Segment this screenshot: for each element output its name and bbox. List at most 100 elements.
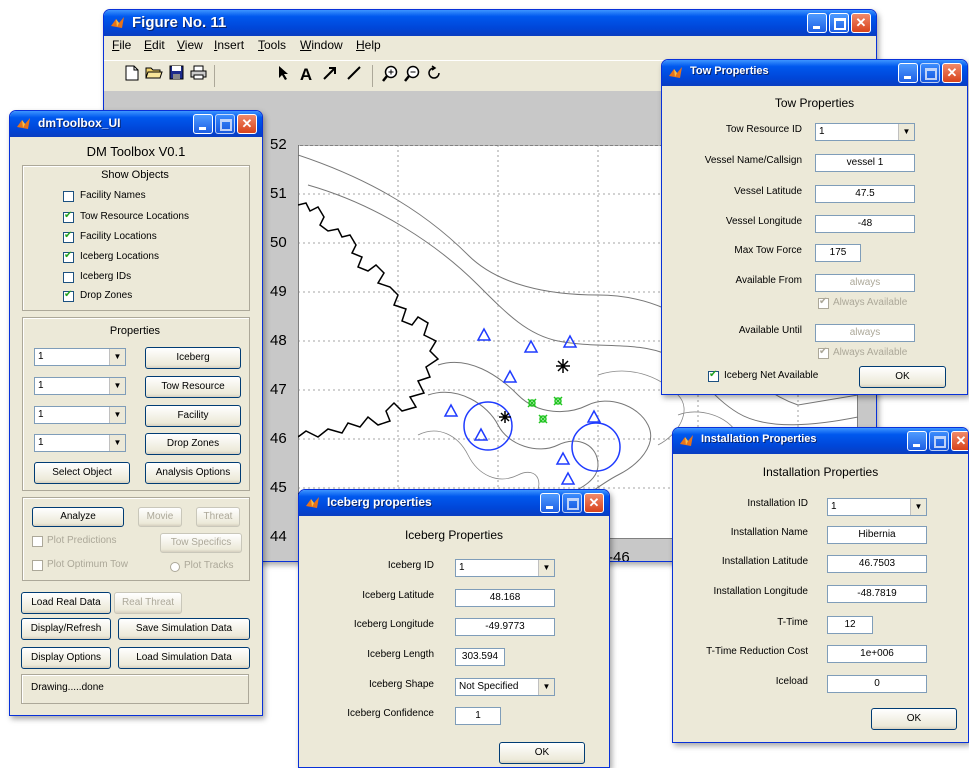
checkbox[interactable] — [63, 289, 74, 302]
installation-titlebar[interactable]: Installation Properties ✕ — [673, 428, 968, 454]
arrow-tool-icon[interactable] — [320, 65, 340, 85]
installation-name-field[interactable]: Hibernia — [827, 526, 927, 544]
facility-id-select[interactable]: 1 ▼ — [34, 406, 126, 424]
checkbox[interactable] — [32, 560, 43, 571]
menu-insert[interactable]: Insert — [214, 38, 244, 52]
iceberg-length-field[interactable]: 303.594 — [455, 648, 505, 666]
checkbox[interactable] — [63, 191, 74, 202]
close-button[interactable]: ✕ — [584, 493, 604, 513]
maximize-button[interactable] — [829, 13, 849, 33]
max-tow-force-field[interactable]: 175 — [815, 244, 861, 262]
minimize-button[interactable] — [193, 114, 213, 134]
iceberg-latitude-field[interactable]: 48.168 — [455, 589, 555, 607]
display-options-button[interactable]: Display Options — [21, 647, 111, 669]
movie-button[interactable]: Movie — [138, 507, 182, 527]
minimize-button[interactable] — [540, 493, 560, 513]
iceload-field[interactable]: 0 — [827, 675, 927, 693]
rotate-icon[interactable] — [424, 65, 444, 85]
analysis-options-button[interactable]: Analysis Options — [145, 462, 241, 484]
tow-resource-button[interactable]: Tow Resource — [145, 376, 241, 398]
print-icon[interactable] — [188, 65, 208, 85]
ok-button[interactable]: OK — [499, 742, 585, 764]
minimize-button[interactable] — [907, 431, 927, 451]
menu-window[interactable]: Window — [300, 38, 343, 52]
real-threat-button[interactable]: Real Threat — [114, 592, 182, 614]
available-until-field[interactable]: always — [815, 324, 915, 342]
installation-longitude-field[interactable]: -48.7819 — [827, 585, 927, 603]
minimize-icon — [808, 14, 826, 32]
pointer-arrow-icon[interactable] — [274, 65, 294, 85]
zoom-out-icon[interactable] — [402, 65, 422, 85]
open-folder-icon[interactable] — [144, 65, 164, 85]
save-icon[interactable] — [166, 65, 186, 85]
facility-button[interactable]: Facility — [145, 405, 241, 427]
ok-button[interactable]: OK — [871, 708, 957, 730]
installation-id-select[interactable]: 1 ▼ — [827, 498, 927, 516]
checkbox[interactable] — [63, 210, 74, 223]
iceberg-longitude-field[interactable]: -49.9773 — [455, 618, 555, 636]
close-button[interactable]: ✕ — [951, 431, 968, 451]
menu-help[interactable]: Help — [356, 38, 381, 52]
close-button[interactable]: ✕ — [237, 114, 257, 134]
minimize-icon — [541, 494, 559, 512]
radio-button[interactable] — [170, 562, 180, 572]
tow-resource-id-select[interactable]: 1 ▼ — [815, 123, 915, 141]
threat-button[interactable]: Threat — [196, 507, 240, 527]
toolbox-titlebar[interactable]: dmToolbox_UI ✕ — [10, 111, 262, 137]
iceberg-button[interactable]: Iceberg — [145, 347, 241, 369]
checkbox[interactable] — [32, 536, 43, 547]
tow-resource-id-select[interactable]: 1 ▼ — [34, 377, 126, 395]
vessel-name-label: Vessel Name/Callsign — [704, 155, 802, 166]
menu-file[interactable]: File — [112, 38, 131, 52]
iceberg-id-select[interactable]: 1 ▼ — [455, 559, 555, 577]
minimize-button[interactable] — [898, 63, 918, 83]
tow-resource-marker[interactable] — [556, 359, 570, 373]
iceberg-shape-select[interactable]: Not Specified ▼ — [455, 678, 555, 696]
iceberg-id-select[interactable]: 1 ▼ — [34, 348, 126, 366]
maximize-button[interactable] — [562, 493, 582, 513]
line-tool-icon[interactable] — [344, 65, 364, 85]
checkbox[interactable] — [818, 296, 829, 309]
zoom-in-icon[interactable] — [380, 65, 400, 85]
checkbox[interactable] — [818, 346, 829, 359]
close-button[interactable]: ✕ — [942, 63, 962, 83]
iceberg-titlebar[interactable]: Iceberg properties ✕ — [299, 490, 609, 516]
radio-label: Plot Tracks — [184, 560, 234, 571]
checkbox-label: Facility Names — [80, 190, 146, 201]
vessel-longitude-field[interactable]: -48 — [815, 215, 915, 233]
t-time-reduction-cost-field[interactable]: 1e+006 — [827, 645, 927, 663]
checkbox[interactable] — [63, 272, 74, 283]
figure-titlebar[interactable]: Figure No. 11 ✕ — [104, 10, 876, 36]
installation-latitude-field[interactable]: 46.7503 — [827, 555, 927, 573]
ok-button[interactable]: OK — [859, 366, 946, 388]
tow-specifics-button[interactable]: Tow Specifics — [160, 533, 242, 553]
load-simulation-data-button[interactable]: Load Simulation Data — [118, 647, 250, 669]
menu-view[interactable]: View — [177, 38, 203, 52]
save-simulation-data-button[interactable]: Save Simulation Data — [118, 618, 250, 640]
text-tool-icon[interactable]: A — [296, 65, 316, 85]
vessel-name-field[interactable]: vessel 1 — [815, 154, 915, 172]
available-from-field[interactable]: always — [815, 274, 915, 292]
drop-zone-id-select[interactable]: 1 ▼ — [34, 434, 126, 452]
tow-titlebar[interactable]: Tow Properties ✕ — [662, 60, 967, 86]
iceberg-confidence-field[interactable]: 1 — [455, 707, 501, 725]
minimize-button[interactable] — [807, 13, 827, 33]
drop-zones-button[interactable]: Drop Zones — [145, 433, 241, 455]
select-object-button[interactable]: Select Object — [34, 462, 130, 484]
checkbox[interactable] — [63, 230, 74, 243]
checkbox[interactable] — [708, 369, 719, 382]
maximize-button[interactable] — [215, 114, 235, 134]
menu-tools[interactable]: Tools — [258, 38, 286, 52]
maximize-button[interactable] — [920, 63, 940, 83]
load-real-data-button[interactable]: Load Real Data — [21, 592, 111, 614]
maximize-button[interactable] — [929, 431, 949, 451]
menu-edit[interactable]: Edit — [144, 38, 165, 52]
checkbox[interactable] — [63, 250, 74, 263]
t-time-field[interactable]: 12 — [827, 616, 873, 634]
display-refresh-button[interactable]: Display/Refresh — [21, 618, 111, 640]
new-file-icon[interactable] — [122, 65, 142, 85]
close-button[interactable]: ✕ — [851, 13, 871, 33]
installation-properties-window: Installation Properties ✕ Installation P… — [672, 427, 969, 743]
vessel-latitude-field[interactable]: 47.5 — [815, 185, 915, 203]
analyze-button[interactable]: Analyze — [32, 507, 124, 527]
